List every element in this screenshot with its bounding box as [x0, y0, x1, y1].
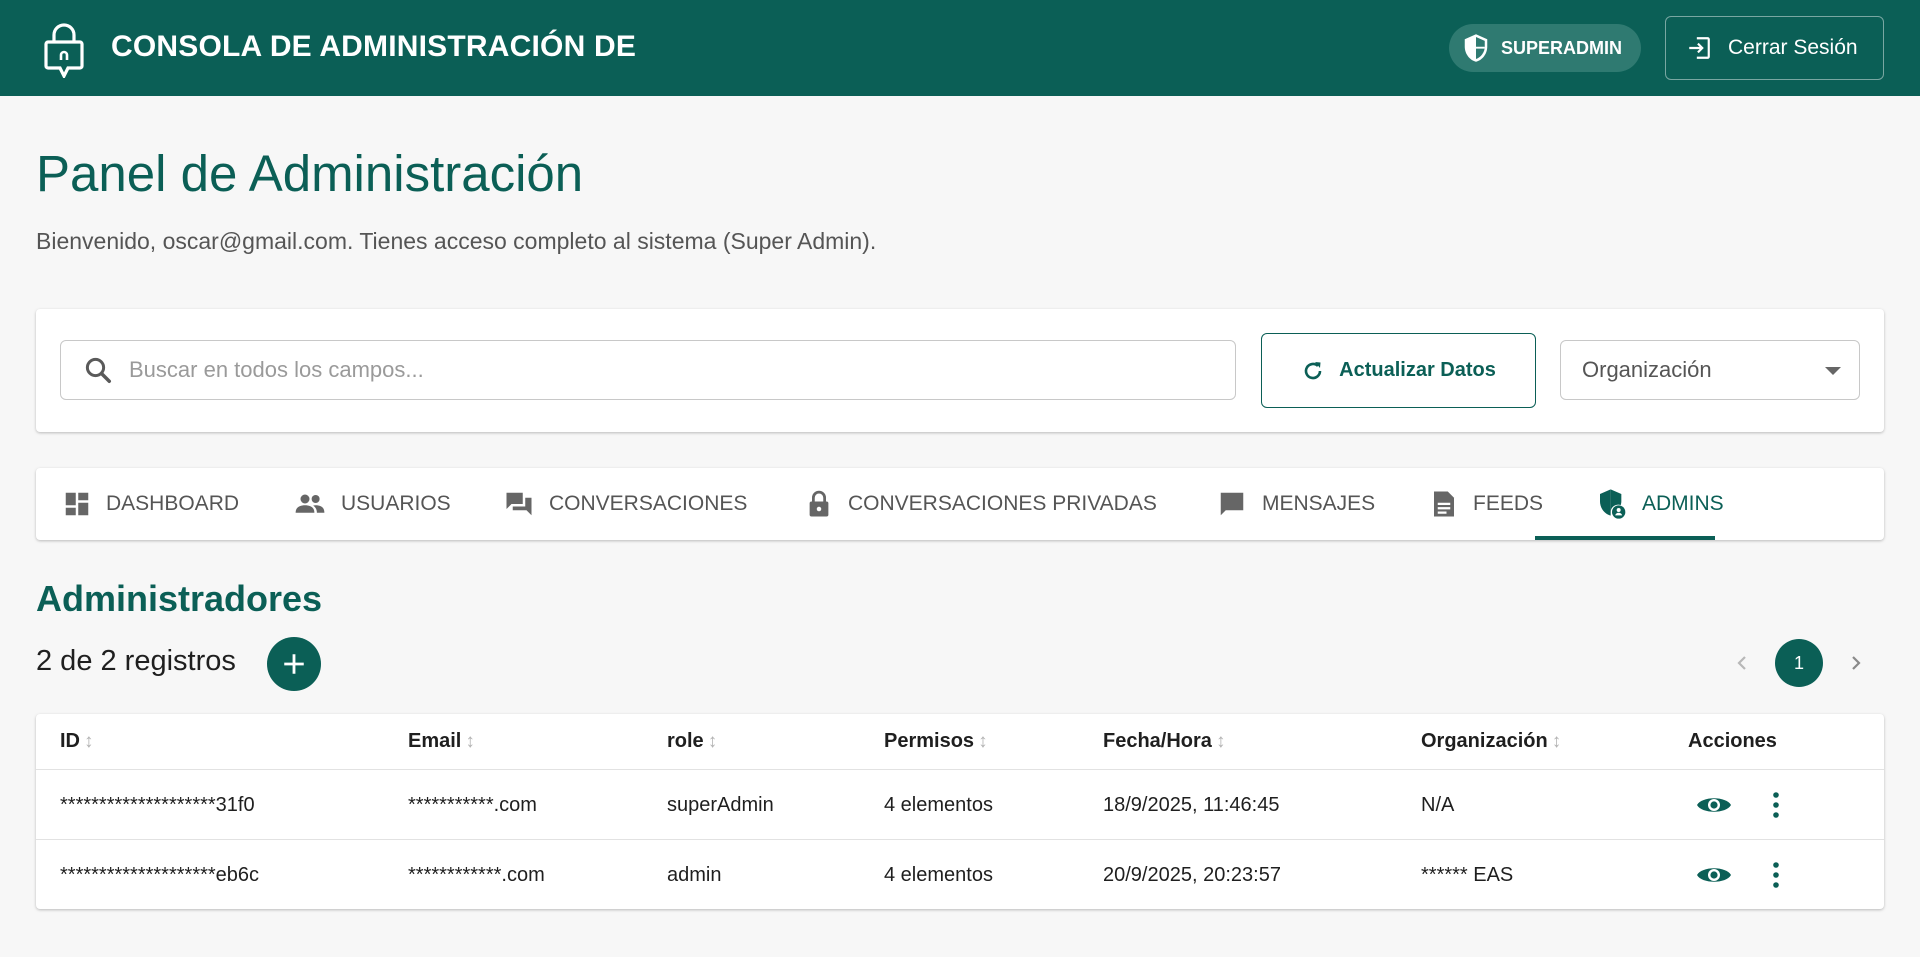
- cell-id: ********************eb6c: [60, 863, 260, 886]
- tab-label: MENSAJES: [1262, 492, 1376, 515]
- column-header-permisos[interactable]: Permisos ↕: [884, 714, 988, 769]
- sort-icon: ↕: [978, 730, 988, 752]
- tab-feeds[interactable]: FEEDS: [1429, 468, 1543, 540]
- more-options-button[interactable]: [1771, 840, 1781, 910]
- forum-icon: [506, 492, 532, 516]
- cell-role: superAdmin: [667, 793, 774, 816]
- role-badge-label: SUPERADMIN: [1501, 37, 1623, 58]
- sort-icon: ↕: [1215, 730, 1226, 752]
- section-title: Administradores: [36, 578, 323, 619]
- chevron-left-icon: [1737, 656, 1746, 670]
- sort-icon: ↕: [465, 730, 475, 752]
- sort-icon: ↕: [84, 730, 94, 752]
- column-header-role[interactable]: role ↕: [667, 714, 717, 769]
- column-header-label: ID: [60, 730, 80, 752]
- column-header-acciones: Acciones: [1688, 714, 1777, 769]
- admins-table: ID ↕ Email ↕ role ↕ Permisos ↕ Fecha/Hora ↕ O…: [36, 714, 1884, 909]
- lock-chat-icon: [44, 23, 84, 78]
- logout-icon: [1689, 37, 1710, 59]
- tab-bar: DASHBOARD USUARIOS CONVERSACIONES CONVER…: [36, 468, 1884, 540]
- tab-conversaciones-privadas[interactable]: CONVERSACIONES PRIVADAS: [804, 468, 1157, 540]
- table-row: ********************31f0 ***********.com…: [36, 769, 1884, 839]
- tab-conversaciones[interactable]: CONVERSACIONES: [503, 468, 747, 540]
- search-icon: [85, 357, 111, 383]
- table-row: ********************eb6c ************.co…: [36, 839, 1884, 909]
- welcome-message: Bienvenido, oscar@gmail.com. Tienes acce…: [36, 228, 877, 254]
- column-header-label: role: [667, 730, 704, 752]
- column-header-label: Organización: [1421, 730, 1548, 752]
- cell-fecha-hora: 20/9/2025, 20:23:57: [1103, 863, 1281, 886]
- tab-label: CONVERSACIONES PRIVADAS: [848, 492, 1157, 515]
- cell-permisos: 4 elementos: [884, 793, 993, 816]
- tab-admins[interactable]: ADMINS: [1596, 468, 1724, 540]
- tab-label: USUARIOS: [341, 492, 451, 515]
- organization-select-label: Organización: [1582, 357, 1712, 382]
- lock-icon: [809, 490, 829, 517]
- column-header-label: Email: [408, 730, 462, 752]
- view-button[interactable]: [1696, 770, 1732, 840]
- add-admin-button[interactable]: [267, 637, 321, 691]
- tab-usuarios[interactable]: USUARIOS: [293, 468, 451, 540]
- article-icon: [1434, 491, 1454, 517]
- column-header-fecha-hora[interactable]: Fecha/Hora ↕: [1103, 714, 1225, 769]
- column-header-organizacion[interactable]: Organización ↕: [1421, 714, 1561, 769]
- tab-label: CONVERSACIONES: [549, 492, 748, 515]
- sort-icon: ↕: [1551, 730, 1562, 752]
- page-button-current[interactable]: 1: [1775, 639, 1823, 687]
- active-tab-indicator: [1535, 536, 1715, 540]
- tab-dashboard[interactable]: DASHBOARD: [62, 468, 239, 540]
- cell-email: ************.com: [408, 863, 545, 886]
- cell-organizacion: ****** EAS: [1421, 863, 1514, 886]
- people-icon: [295, 494, 325, 513]
- chevron-down-icon: [1825, 367, 1841, 375]
- tab-label: DASHBOARD: [106, 492, 240, 515]
- view-button[interactable]: [1696, 840, 1732, 910]
- column-header-id[interactable]: ID ↕: [60, 714, 94, 769]
- cell-fecha-hora: 18/9/2025, 11:46:45: [1103, 793, 1280, 816]
- cell-organizacion: N/A: [1421, 793, 1455, 816]
- page-title: Panel de Administración: [36, 145, 584, 202]
- cell-email: ***********.com: [408, 793, 537, 816]
- column-header-label: Acciones: [1688, 730, 1777, 752]
- sort-icon: ↕: [707, 730, 718, 752]
- role-badge: SUPERADMIN: [1449, 24, 1641, 72]
- more-options-button[interactable]: [1771, 770, 1781, 840]
- more-vertical-icon: [1773, 862, 1779, 888]
- logout-label: Cerrar Sesión: [1728, 36, 1858, 59]
- search-input[interactable]: [129, 357, 1209, 383]
- column-header-label: Fecha/Hora: [1103, 730, 1212, 752]
- more-vertical-icon: [1773, 792, 1779, 818]
- previous-page-button[interactable]: [1729, 648, 1755, 678]
- column-header-label: Permisos: [884, 730, 975, 752]
- record-count: 2 de 2 registros: [36, 645, 236, 677]
- filter-card: Actualizar Datos Organización: [36, 309, 1884, 432]
- refresh-data-label: Actualizar Datos: [1339, 359, 1496, 381]
- eye-icon: [1697, 798, 1731, 812]
- cell-role: admin: [667, 863, 722, 886]
- chat-icon: [1220, 492, 1244, 516]
- search-field[interactable]: [60, 340, 1236, 400]
- shield-icon: [1464, 34, 1488, 62]
- organization-select[interactable]: Organización: [1560, 340, 1860, 400]
- plus-icon: [284, 654, 304, 674]
- eye-icon: [1697, 868, 1731, 882]
- refresh-icon: [1304, 361, 1322, 379]
- app-title: CONSOLA DE ADMINISTRACIÓN DE: [111, 30, 637, 63]
- logout-button[interactable]: Cerrar Sesión: [1665, 16, 1884, 80]
- dashboard-icon: [65, 492, 89, 516]
- tab-mensajes[interactable]: MENSAJES: [1216, 468, 1375, 540]
- column-header-email[interactable]: Email ↕: [408, 714, 475, 769]
- refresh-data-button[interactable]: Actualizar Datos: [1261, 333, 1536, 408]
- cell-permisos: 4 elementos: [884, 863, 993, 886]
- admin-shield-icon: [1600, 489, 1626, 519]
- chevron-right-icon: [1852, 656, 1861, 670]
- tab-label: FEEDS: [1473, 492, 1544, 515]
- cell-id: ********************31f0: [60, 793, 255, 816]
- next-page-button[interactable]: [1843, 648, 1869, 678]
- tab-label: ADMINS: [1642, 492, 1724, 515]
- top-app-bar: CONSOLA DE ADMINISTRACIÓN DE SUPERADMIN …: [0, 0, 1920, 96]
